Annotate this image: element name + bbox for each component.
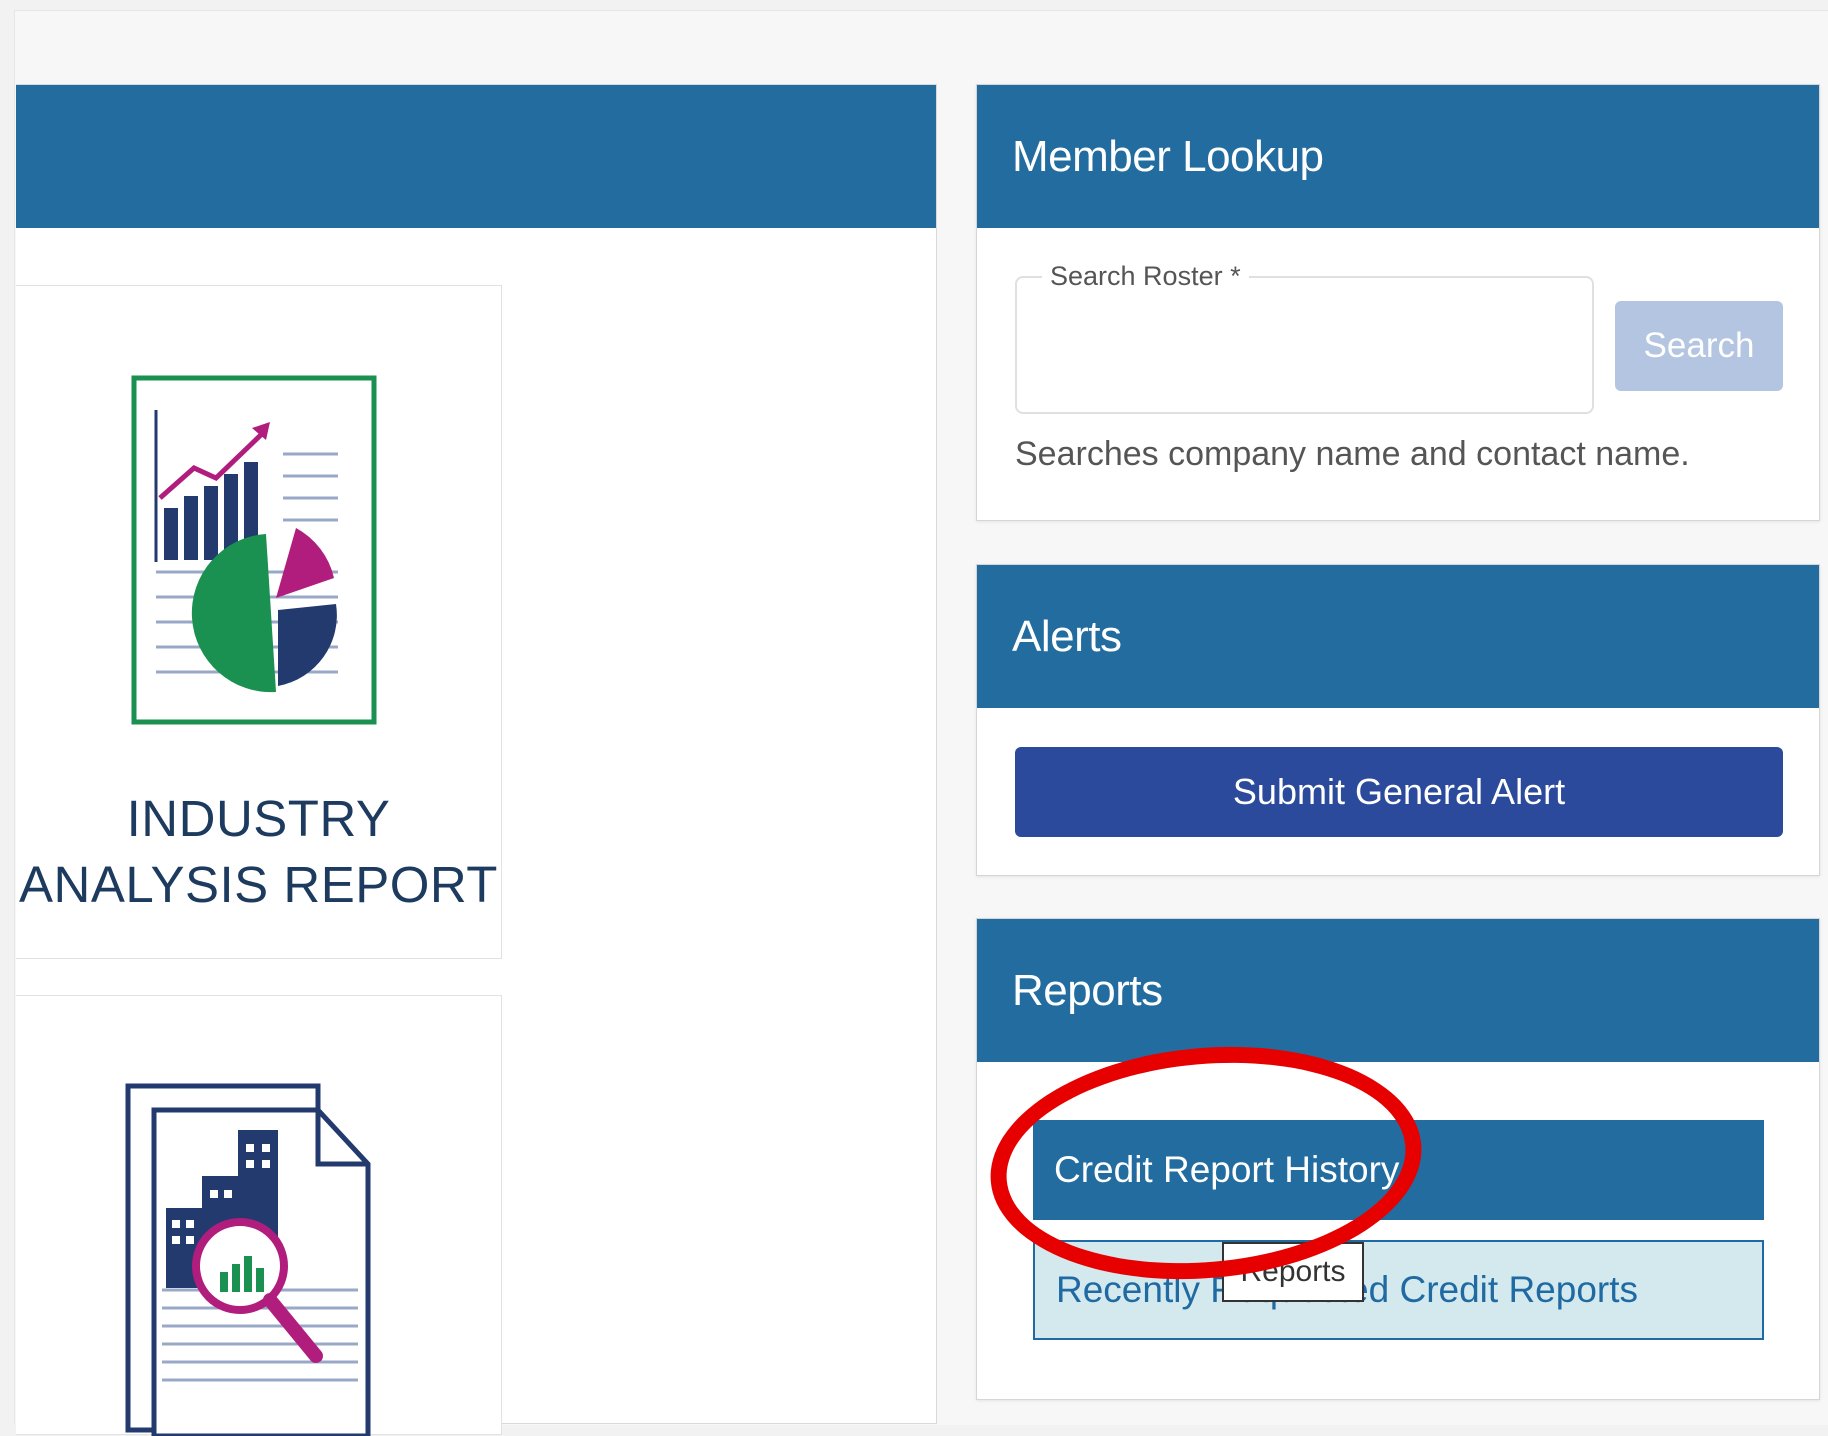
industry-analysis-report-label: INDUSTRY ANALYSIS REPORT (16, 786, 501, 918)
main-panel: INDUSTRY ANALYSIS REPORT (16, 84, 937, 1436)
tile-label-line-1: INDUSTRY (126, 790, 391, 847)
alerts-title: Alerts (977, 565, 1819, 708)
member-lookup-widget: Member Lookup Search Roster * Search Sea… (976, 84, 1820, 521)
report-chart-icon (131, 375, 377, 725)
reports-title: Reports (977, 919, 1819, 1062)
submit-general-alert-button[interactable]: Submit General Alert (1015, 747, 1783, 837)
search-roster-field[interactable]: Search Roster * (1015, 256, 1594, 414)
search-button[interactable]: Search (1615, 301, 1783, 391)
member-lookup-title: Member Lookup (977, 85, 1819, 228)
search-helper-text: Searches company name and contact name. (1015, 435, 1690, 473)
industry-analysis-report-tile[interactable]: INDUSTRY ANALYSIS REPORT (16, 285, 502, 959)
alerts-widget: Alerts Submit General Alert (976, 564, 1820, 876)
reports-tooltip: Reports (1222, 1242, 1364, 1302)
company-search-report-icon (125, 1083, 371, 1436)
search-roster-label: Search Roster * (1042, 256, 1249, 296)
reports-widget: Reports Credit Report History Recently R… (976, 918, 1820, 1400)
search-roster-input[interactable] (1027, 308, 1581, 400)
tile-label-line-2: ANALYSIS REPORT (19, 856, 498, 913)
main-panel-header (16, 85, 936, 228)
recently-requested-credit-reports-link[interactable]: Recently Requested Credit Reports (1033, 1240, 1764, 1340)
credit-report-history-link[interactable]: Credit Report History (1033, 1120, 1764, 1220)
company-report-tile[interactable] (16, 995, 502, 1436)
